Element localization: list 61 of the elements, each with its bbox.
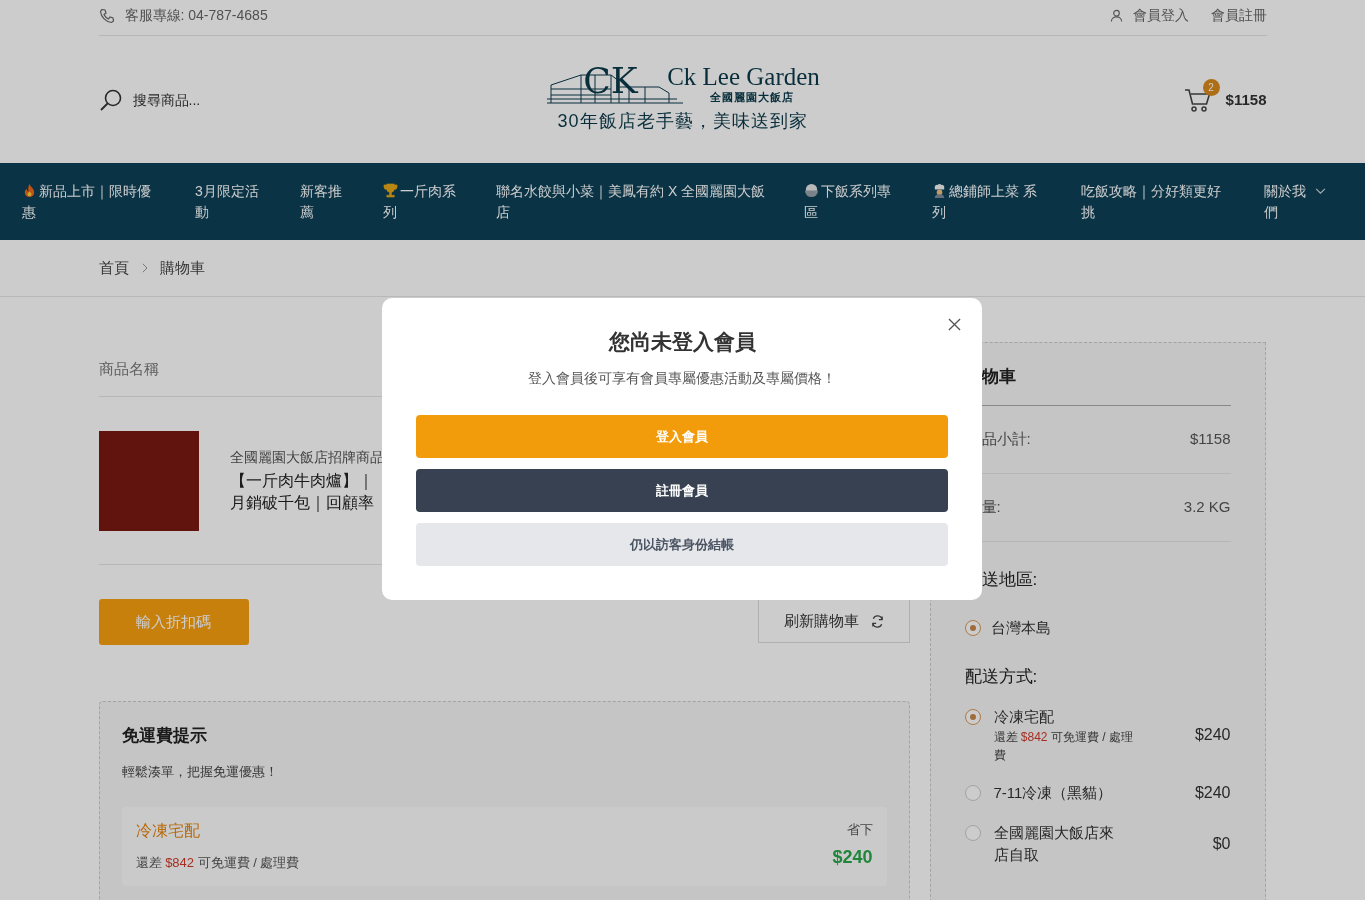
product-title[interactable]: 【一斤肉牛肉爐】｜月銷破千包｜回顧率 [229, 469, 376, 514]
shipping-price: $0 [1212, 835, 1231, 853]
close-icon[interactable] [948, 318, 961, 331]
nav-item[interactable]: 關於我們 [1264, 180, 1326, 223]
rice-bowl-icon [804, 182, 819, 198]
cart-total: $1158 [1225, 91, 1267, 108]
account-link[interactable]: 會員登入 [1109, 6, 1189, 25]
free-shipping-note: 還差 $842 可免運費 / 處理費 [993, 729, 1134, 764]
dialog-message: 登入會員後可享有會員專屬優惠活動及專屬價格！ [528, 370, 836, 388]
save-amount: $240 [832, 847, 873, 868]
register-button[interactable]: 註冊會員 [416, 469, 948, 512]
refresh-icon [870, 614, 884, 628]
section-label: 送地區: [981, 569, 1039, 591]
radio-button[interactable] [964, 785, 981, 801]
shipping-price: $240 [1194, 784, 1231, 802]
panel-subtitle: 輕鬆湊單，把握免運優惠！ [121, 763, 279, 781]
save-label: 省下 [846, 821, 873, 839]
logo-name: Ck Lee Garden [667, 64, 820, 90]
summary-label: 量: [981, 498, 1001, 517]
chevron-down-icon [1315, 187, 1326, 195]
phone-icon [98, 7, 115, 24]
cart-count-badge: 2 [1202, 78, 1220, 96]
flame-icon [22, 182, 37, 198]
trophy-icon [383, 182, 398, 198]
chevron-right-icon [140, 263, 148, 273]
shipping-option-label[interactable]: 7-11冷凍（黑貓） [993, 782, 1120, 804]
shipping-option-label[interactable]: 全國麗園大飯店來店自取 [993, 822, 1120, 866]
search-field[interactable]: 搜尋商品... [130, 90, 285, 109]
section-label: 配送方式: [964, 666, 1039, 688]
summary-value: $1158 [1189, 430, 1231, 449]
refresh-cart-button[interactable]: 刷新購物車 [757, 599, 910, 643]
nav-item[interactable]: 3月限定活動 [195, 180, 267, 223]
radio-button[interactable] [964, 620, 981, 636]
shipping-option-label[interactable]: 冷凍宅配 [993, 706, 1120, 728]
user-icon [1109, 9, 1123, 22]
nav-item[interactable]: 吃飯攻略｜分好類更好挑 [1081, 180, 1231, 223]
shipping-price: $240 [1194, 726, 1231, 744]
phone-text: 客服專線: 04-787-4685 [124, 6, 268, 25]
panel-title: 免運費提示 [121, 725, 208, 747]
summary-value: 3.2 KG [1183, 498, 1231, 517]
region-option[interactable]: 台灣本島 [964, 617, 1231, 639]
nav-item[interactable]: 新品上市｜限時優惠 [22, 180, 162, 223]
free-shipping-note: 還差 $842 可免運費 / 處理費 [135, 854, 300, 872]
shipping-method-name: 冷凍宅配 [135, 821, 201, 841]
nav-item[interactable]: 聯名水餃與小菜｜美鳳有約 X 全國麗園大飯店 [496, 180, 771, 223]
nav-item[interactable]: 一斤肉系列 [383, 180, 463, 223]
search-icon [98, 87, 123, 112]
nav-item[interactable]: 下飯系列專區 [804, 180, 899, 223]
logo-subname: 全國麗園大飯店 [709, 90, 794, 105]
logo-tagline: 30年飯店老手藝，美味送到家 [557, 109, 808, 133]
chef-icon [932, 182, 947, 198]
breadcrumb-link[interactable]: 首頁 [98, 258, 129, 278]
nav-item[interactable]: 總鋪師上菜 系列 [932, 180, 1048, 223]
guest-checkout-button[interactable]: 仍以訪客身份結帳 [416, 523, 948, 566]
radio-button[interactable] [964, 709, 981, 725]
breadcrumb-link[interactable]: 購物車 [159, 258, 205, 278]
account-link[interactable]: 會員註冊 [1210, 6, 1267, 25]
radio-button[interactable] [964, 825, 981, 841]
nav-item[interactable]: 新客推薦 [300, 180, 350, 223]
summary-label: 品小計: [981, 430, 1031, 449]
logo-monogram: CK [583, 58, 638, 103]
